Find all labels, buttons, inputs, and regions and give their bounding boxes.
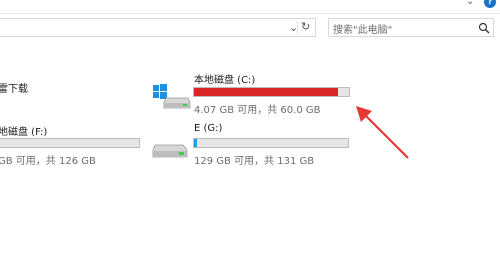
drive-label: 本地磁盘 (C:): [194, 75, 256, 86]
usage-bar: [193, 138, 349, 148]
usage-bar-fill: [194, 139, 198, 147]
search-placeholder: 搜索"此电脑": [333, 25, 393, 36]
drive-space-info: 4.07 GB 可用，共 60.0 GB: [194, 105, 321, 116]
usage-bar: [193, 87, 350, 97]
red-annotation-arrow: [356, 106, 409, 159]
address-bar[interactable]: ⌄ ↻: [0, 18, 316, 37]
expand-ribbon-icon[interactable]: ⌄: [466, 0, 474, 7]
divider: [297, 22, 298, 34]
divider: [0, 13, 500, 14]
refresh-icon[interactable]: ↻: [301, 20, 310, 33]
help-icon[interactable]: ?: [484, 0, 496, 8]
search-icon[interactable]: [477, 21, 491, 35]
usage-bar: [0, 138, 140, 148]
drive-label: E (G:): [194, 123, 223, 134]
usage-bar-fill: [194, 88, 339, 96]
drive-label: 雷下载: [0, 84, 28, 95]
hard-drive-icon: [152, 144, 188, 158]
drive-space-info: 129 GB 可用，共 131 GB: [194, 156, 315, 167]
windows-drive-icon: [153, 84, 191, 109]
window-top-strip: ⌄ ?: [0, 0, 500, 14]
drive-space-info: GB 可用，共 126 GB: [0, 156, 96, 167]
drive-label: 地磁盘 (F:): [0, 127, 48, 138]
search-box[interactable]: 搜索"此电脑": [328, 18, 494, 37]
